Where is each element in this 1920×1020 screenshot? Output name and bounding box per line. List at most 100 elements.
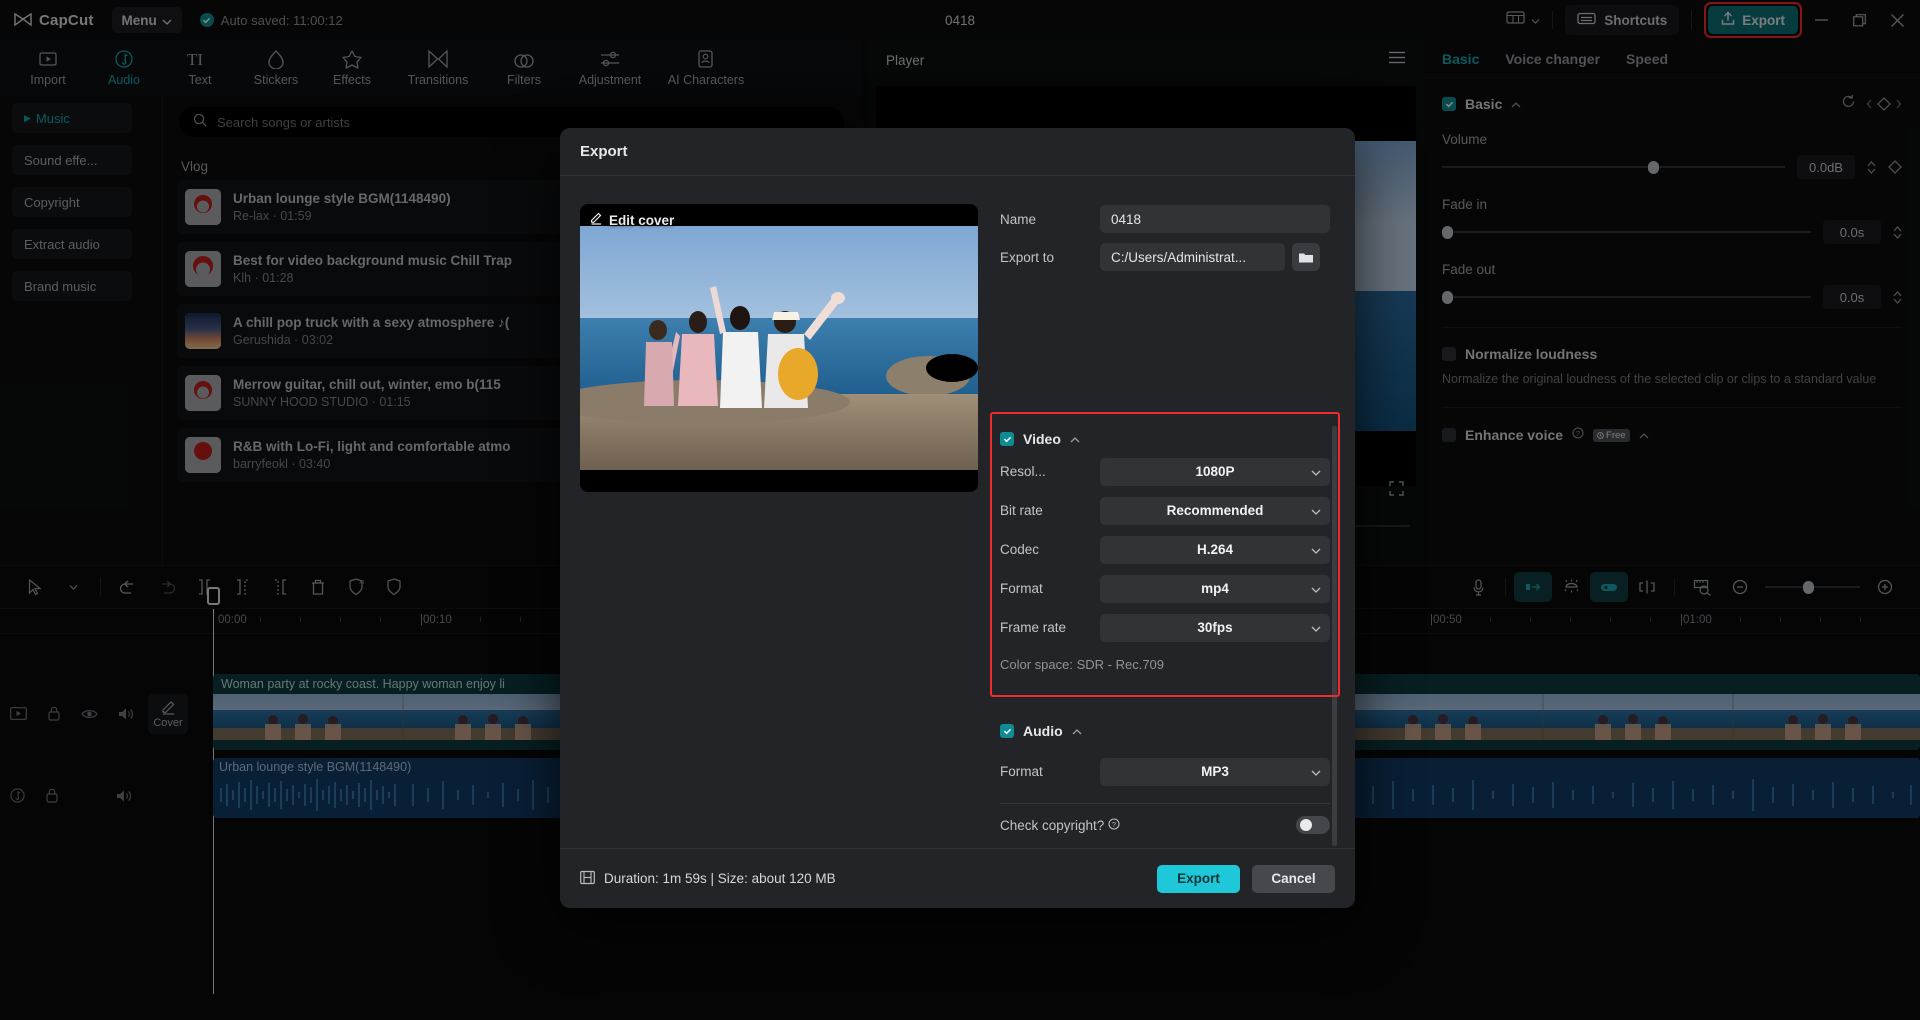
trim-right-icon[interactable]	[261, 572, 299, 602]
close-button[interactable]	[1878, 0, 1916, 40]
bitrate-select[interactable]: Recommended	[1100, 497, 1330, 525]
toolnav-item-stickers[interactable]: Stickers	[238, 48, 314, 87]
snap-left-icon[interactable]	[1514, 572, 1552, 602]
volume-slider[interactable]	[1442, 160, 1785, 174]
lock-icon[interactable]	[47, 706, 61, 726]
normalize-loudness-row[interactable]: Normalize loudness	[1442, 346, 1902, 362]
trim-left-icon[interactable]	[223, 572, 261, 602]
toolnav-item-effects[interactable]: Effects	[314, 48, 390, 87]
toolnav-item-text[interactable]: TI Text	[162, 48, 238, 87]
dialog-export-button[interactable]: Export	[1157, 865, 1240, 893]
checkbox-checked-icon[interactable]	[1000, 724, 1014, 738]
help-icon[interactable]: ?	[1572, 426, 1584, 444]
track-thumbnail-icon[interactable]	[10, 707, 27, 725]
volume-icon[interactable]	[116, 789, 132, 808]
sidebar-item-copyright[interactable]: Copyright	[12, 187, 132, 217]
fade-in-slider[interactable]	[1442, 225, 1811, 239]
toolnav-item-import[interactable]: Import	[10, 48, 86, 87]
toolnav-item-filters[interactable]: Filters	[486, 48, 562, 87]
fullscreen-icon[interactable]	[1389, 481, 1404, 501]
framerate-select[interactable]: 30fps	[1100, 614, 1330, 642]
fade-in-stepper[interactable]	[1893, 226, 1902, 239]
zoom-out-icon[interactable]	[1721, 572, 1759, 602]
checkbox-checked-icon[interactable]	[1442, 97, 1456, 111]
menu-button[interactable]: Menu	[112, 7, 182, 33]
shortcuts-button[interactable]: Shortcuts	[1565, 5, 1679, 35]
fade-in-value[interactable]: 0.0s	[1823, 220, 1881, 244]
undo-icon[interactable]	[109, 572, 147, 602]
resolution-select[interactable]: 1080P	[1100, 458, 1330, 486]
video-format-select[interactable]: mp4	[1100, 575, 1330, 603]
layout-switch-button[interactable]	[1506, 10, 1540, 30]
fade-out-value[interactable]: 0.0s	[1823, 285, 1881, 309]
toolnav-item-adjustment[interactable]: Adjustment	[562, 48, 658, 87]
chevron-up-icon[interactable]	[1639, 426, 1649, 444]
auto-snap-icon[interactable]	[1552, 572, 1590, 602]
export-path-input[interactable]: C:/Users/Administrat...	[1100, 243, 1285, 271]
tab-basic[interactable]: Basic	[1442, 51, 1479, 67]
ai-mask-icon[interactable]: AI	[337, 572, 375, 602]
dialog-scrollbar[interactable]	[1332, 426, 1337, 846]
playhead-handle[interactable]	[207, 587, 220, 605]
toolnav-item-transitions[interactable]: Transitions	[390, 48, 486, 87]
zoom-in-icon[interactable]	[1866, 572, 1904, 602]
reset-icon[interactable]	[1841, 94, 1856, 114]
fade-out-slider[interactable]	[1442, 290, 1811, 304]
chevron-up-icon[interactable]	[1511, 95, 1521, 113]
audio-note-icon[interactable]	[10, 788, 25, 808]
sidebar-item-extract-audio[interactable]: Extract audio	[12, 229, 132, 259]
volume-keyframe[interactable]	[1888, 160, 1902, 174]
record-mic-icon[interactable]	[1459, 572, 1497, 602]
check-copyright-toggle[interactable]	[1296, 816, 1330, 834]
song-title: Best for video background music Chill Tr…	[233, 253, 512, 268]
redo-icon[interactable]	[147, 572, 185, 602]
volume-value[interactable]: 0.0dB	[1797, 155, 1855, 179]
fade-out-stepper[interactable]	[1893, 291, 1902, 304]
lock-icon[interactable]	[45, 788, 59, 808]
checkbox-unchecked-icon[interactable]	[1442, 428, 1456, 442]
browse-folder-button[interactable]	[1292, 243, 1320, 271]
shortcuts-label: Shortcuts	[1604, 13, 1667, 28]
cover-button[interactable]: Cover	[148, 694, 188, 734]
player-menu-icon[interactable]	[1388, 51, 1406, 69]
select-tool-dropdown-icon[interactable]	[54, 572, 92, 602]
sidebar-item-brand-music[interactable]: Brand music	[12, 271, 132, 301]
sidebar-item-sound-effects[interactable]: Sound effe...	[12, 145, 132, 175]
timeline-zoom-slider[interactable]	[1765, 580, 1860, 594]
checkbox-unchecked-icon[interactable]	[1442, 347, 1456, 361]
fit-timeline-icon[interactable]	[1683, 572, 1721, 602]
volume-icon[interactable]	[118, 707, 134, 726]
audio-format-select[interactable]: MP3	[1100, 758, 1330, 786]
codec-select[interactable]: H.264	[1100, 536, 1330, 564]
slider-handle[interactable]	[1648, 161, 1659, 174]
toolnav-item-ai-characters[interactable]: AI Characters	[658, 48, 754, 87]
enhance-voice-row[interactable]: Enhance voice ? Free	[1442, 426, 1902, 444]
toolnav-item-audio[interactable]: Audio	[86, 48, 162, 87]
name-input[interactable]: 0418	[1100, 205, 1330, 233]
sidebar-item-music[interactable]: ▶ Music	[12, 103, 132, 133]
divider	[1691, 11, 1692, 29]
link-icon[interactable]	[1590, 572, 1628, 602]
checkbox-checked-icon[interactable]	[1000, 432, 1014, 446]
export-button[interactable]: Export	[1708, 6, 1798, 34]
select-tool-icon[interactable]	[16, 572, 54, 602]
volume-stepper[interactable]	[1867, 161, 1876, 174]
tab-speed[interactable]: Speed	[1626, 51, 1668, 67]
dialog-cancel-button[interactable]: Cancel	[1252, 865, 1335, 893]
chevron-up-icon[interactable]	[1070, 430, 1080, 448]
split-playhead-icon[interactable]	[1628, 572, 1666, 602]
chevron-down-icon	[1311, 464, 1321, 479]
minimize-button[interactable]	[1802, 0, 1840, 40]
eye-icon[interactable]	[81, 707, 98, 725]
edit-cover-button[interactable]: Edit cover	[590, 212, 674, 228]
tab-voice-changer[interactable]: Voice changer	[1505, 51, 1600, 67]
help-icon[interactable]: ?	[1108, 818, 1120, 833]
maximize-button[interactable]	[1840, 0, 1878, 40]
mask-icon[interactable]	[375, 572, 413, 602]
slider-handle[interactable]	[1803, 581, 1814, 594]
delete-icon[interactable]	[299, 572, 337, 602]
slider-handle[interactable]	[1442, 291, 1453, 304]
slider-handle[interactable]	[1442, 226, 1453, 239]
chevron-up-icon[interactable]	[1072, 722, 1082, 740]
keyframe-control[interactable]	[1866, 97, 1902, 111]
